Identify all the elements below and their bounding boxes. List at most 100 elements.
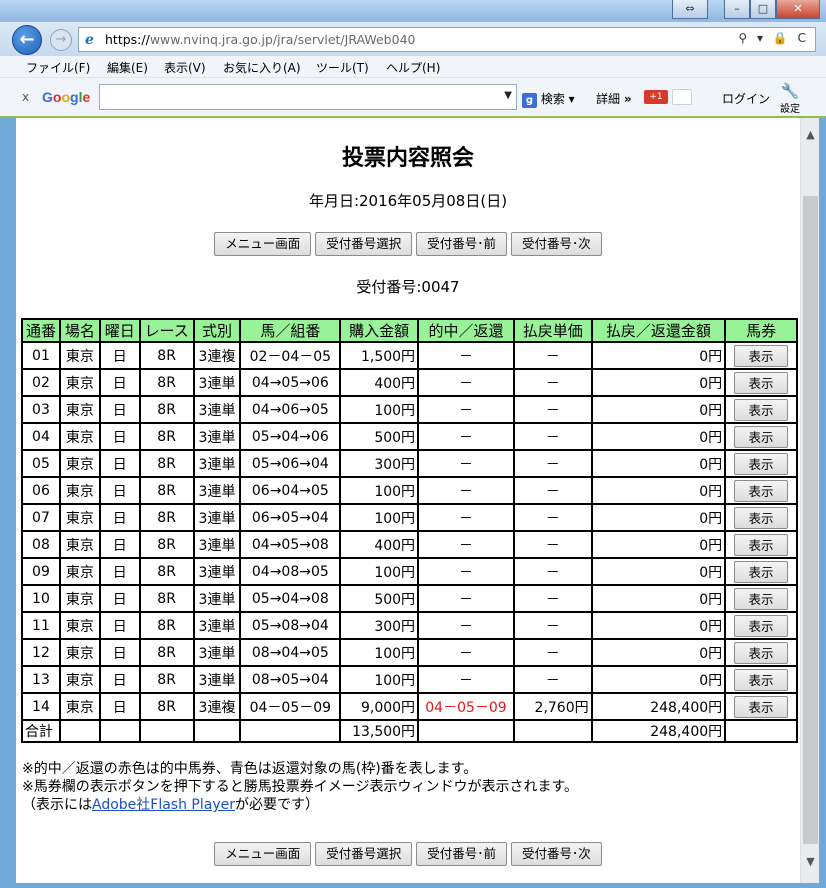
table-row: 10 東京日 8R 3連単 05→04→08 500円－－ 0円 表示 — [21, 584, 798, 613]
show-ticket-button[interactable]: 表示 — [734, 479, 789, 502]
menu-favorites[interactable]: お気に入り(A) — [223, 59, 301, 76]
column-header: 式別 — [192, 318, 242, 343]
menu-tools[interactable]: ツール(T) — [316, 59, 369, 76]
combination-cell: 05→04→06 — [239, 422, 342, 451]
show-ticket-button[interactable]: 表示 — [734, 587, 789, 610]
column-header: レース — [138, 318, 195, 343]
menu-file[interactable]: ファイル(F) — [26, 59, 90, 76]
table-row: 11 東京日 8R 3連単 05→08→04 300円－－ 0円 表示 — [21, 611, 798, 640]
hit-cell: － — [417, 503, 515, 532]
ticket-cell: 表示 — [724, 611, 798, 640]
show-ticket-button[interactable]: 表示 — [734, 398, 789, 421]
show-ticket-button[interactable]: 表示 — [734, 452, 789, 475]
bet-type-cell: 3連単 — [192, 611, 242, 640]
show-ticket-button[interactable]: 表示 — [734, 695, 789, 718]
minimize-button[interactable]: – — [724, 0, 750, 19]
combination-cell: 04→05→08 — [239, 530, 342, 559]
hit-cell: － — [417, 449, 515, 478]
show-ticket-button[interactable]: 表示 — [734, 371, 789, 394]
serial-cell: 05 — [21, 449, 61, 478]
google-search-input[interactable]: ▼ — [99, 84, 517, 110]
google-plus-icon[interactable]: +1 — [644, 90, 668, 104]
race-cell: 8R — [138, 476, 195, 505]
table-row: 09 東京日 8R 3連単 04→08→05 100円－－ 0円 表示 — [21, 557, 798, 586]
empty-cell — [192, 719, 242, 743]
column-header: 場名 — [58, 318, 101, 343]
page-content: 投票内容照会 年月日:2016年05月08日(日) メニュー画面 受付番号選択 … — [16, 118, 800, 883]
serial-cell: 12 — [21, 638, 61, 667]
receipt-select-button[interactable]: 受付番号選択 — [315, 842, 413, 866]
ticket-cell: 表示 — [724, 638, 798, 667]
receipt-next-button[interactable]: 受付番号･次 — [511, 842, 602, 866]
scrollbar-thumb[interactable] — [803, 196, 818, 844]
menu-edit[interactable]: 編集(E) — [107, 59, 148, 76]
bet-type-cell: 3連単 — [192, 530, 242, 559]
hit-cell: － — [417, 665, 515, 694]
google-g-icon: g — [522, 93, 537, 108]
combination-cell: 08→05→04 — [239, 665, 342, 694]
show-ticket-button[interactable]: 表示 — [734, 506, 789, 529]
show-ticket-button[interactable]: 表示 — [734, 425, 789, 448]
detail-button[interactable]: 詳細 » — [596, 90, 632, 107]
google-search-button[interactable]: g 検索 ▾ — [522, 90, 575, 108]
menu-view[interactable]: 表示(V) — [164, 59, 206, 76]
scroll-up-icon[interactable]: ▲ — [801, 126, 820, 144]
purchase-amount-cell: 100円 — [339, 503, 420, 532]
total-payout-cell: 248,400円 — [590, 719, 727, 743]
maximize-button[interactable]: □ — [750, 0, 776, 19]
show-ticket-button[interactable]: 表示 — [734, 344, 789, 367]
day-cell: 日 — [98, 530, 141, 559]
day-cell: 日 — [98, 422, 141, 451]
address-action-icons[interactable]: ⚲ ▾ 🔒 C — [738, 31, 809, 45]
place-cell: 東京 — [58, 584, 101, 613]
purchase-amount-cell: 300円 — [339, 449, 420, 478]
column-header: 馬／組番 — [239, 318, 342, 343]
chevron-down-icon[interactable]: ▼ — [504, 90, 512, 101]
receipt-select-button[interactable]: 受付番号選択 — [315, 232, 413, 256]
serial-cell: 10 — [21, 584, 61, 613]
column-header: 曜日 — [98, 318, 141, 343]
vertical-scrollbar[interactable]: ▲ ▼ — [800, 118, 819, 883]
show-ticket-button[interactable]: 表示 — [734, 614, 789, 637]
day-cell: 日 — [98, 368, 141, 397]
unit-payout-cell: － — [512, 584, 593, 613]
scroll-down-icon[interactable]: ▼ — [801, 853, 820, 871]
settings-button[interactable]: 🔧 設定 — [780, 82, 800, 115]
show-ticket-button[interactable]: 表示 — [734, 668, 789, 691]
serial-cell: 08 — [21, 530, 61, 559]
show-ticket-button[interactable]: 表示 — [734, 560, 789, 583]
flash-player-link[interactable]: Adobe社Flash Player — [92, 797, 235, 813]
payout-amount-cell: 0円 — [590, 422, 727, 451]
notification-box[interactable] — [672, 89, 692, 105]
day-cell: 日 — [98, 449, 141, 478]
menu-screen-button[interactable]: メニュー画面 — [214, 842, 312, 866]
receipt-next-button[interactable]: 受付番号･次 — [511, 232, 602, 256]
notes: ※的中／返還の赤色は的中馬券、青色は返還対象の馬(枠)番を表します。 ※馬券欄の… — [22, 760, 578, 814]
bet-type-cell: 3連単 — [192, 422, 242, 451]
login-button[interactable]: ログイン — [722, 90, 770, 107]
race-cell: 8R — [138, 503, 195, 532]
combination-cell: 04→06→05 — [239, 395, 342, 424]
receipt-prev-button[interactable]: 受付番号･前 — [416, 232, 508, 256]
snap-icon[interactable]: ⇔ — [672, 0, 708, 19]
day-cell: 日 — [98, 611, 141, 640]
show-ticket-button[interactable]: 表示 — [734, 533, 789, 556]
bet-type-cell: 3連単 — [192, 557, 242, 586]
hit-cell: － — [417, 584, 515, 613]
url-text: https://www.nvinq.jra.go.jp/jra/servlet/… — [105, 32, 416, 47]
day-cell: 日 — [98, 692, 141, 721]
close-window-button[interactable]: ✕ — [776, 0, 820, 19]
payout-amount-cell: 0円 — [590, 665, 727, 694]
forward-button[interactable]: → — [50, 29, 72, 51]
menu-screen-button[interactable]: メニュー画面 — [214, 232, 312, 256]
show-ticket-button[interactable]: 表示 — [734, 641, 789, 664]
menu-help[interactable]: ヘルプ(H) — [386, 59, 440, 76]
toolbar-close-icon[interactable]: x — [22, 90, 29, 104]
receipt-number: 受付番号:0047 — [356, 278, 460, 296]
address-bar[interactable]: e https://www.nvinq.jra.go.jp/jra/servle… — [78, 27, 816, 52]
day-cell: 日 — [98, 476, 141, 505]
day-cell: 日 — [98, 638, 141, 667]
back-button[interactable]: ← — [12, 25, 42, 55]
page-title: 投票内容照会 — [341, 146, 474, 171]
receipt-prev-button[interactable]: 受付番号･前 — [416, 842, 508, 866]
